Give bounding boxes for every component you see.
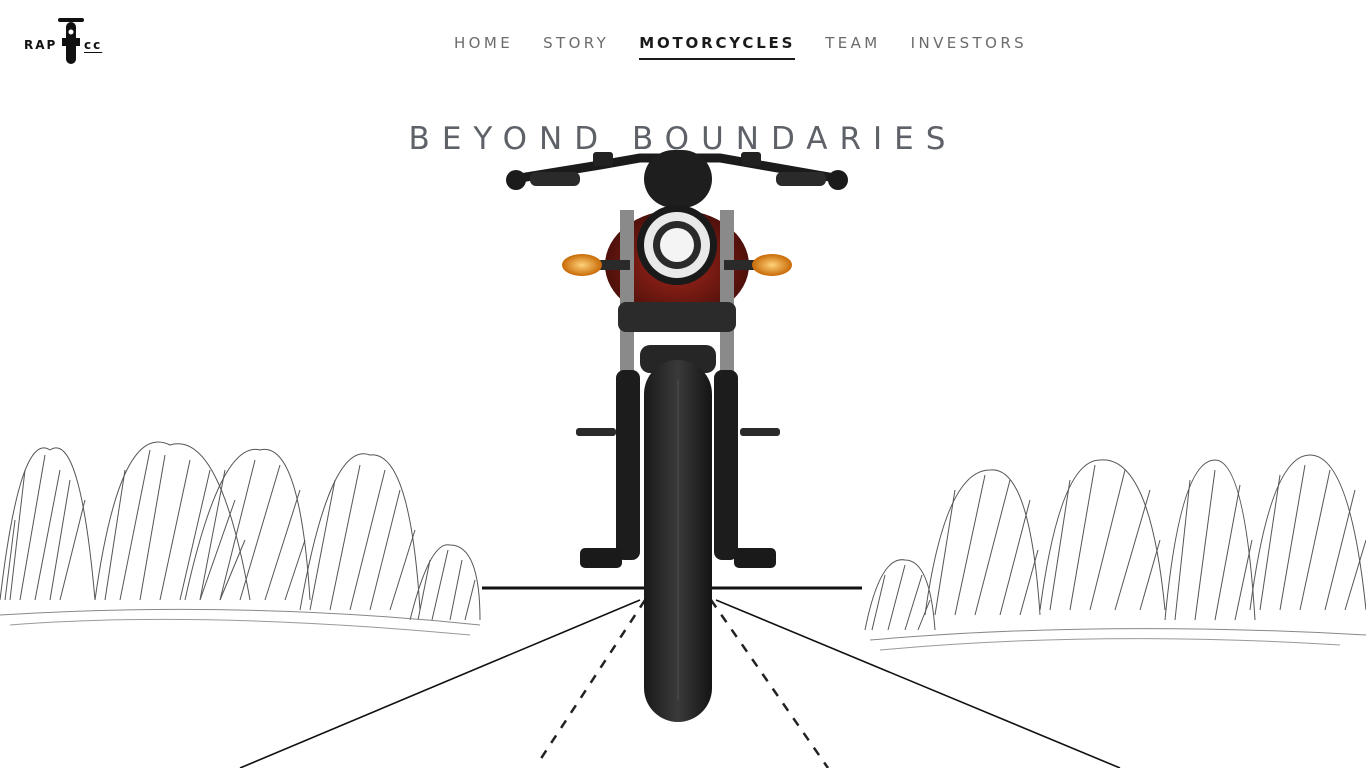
hero-scene [0,150,1366,768]
left-bushes [0,441,481,636]
motorcycle-image [506,150,848,722]
right-bushes [864,454,1366,651]
